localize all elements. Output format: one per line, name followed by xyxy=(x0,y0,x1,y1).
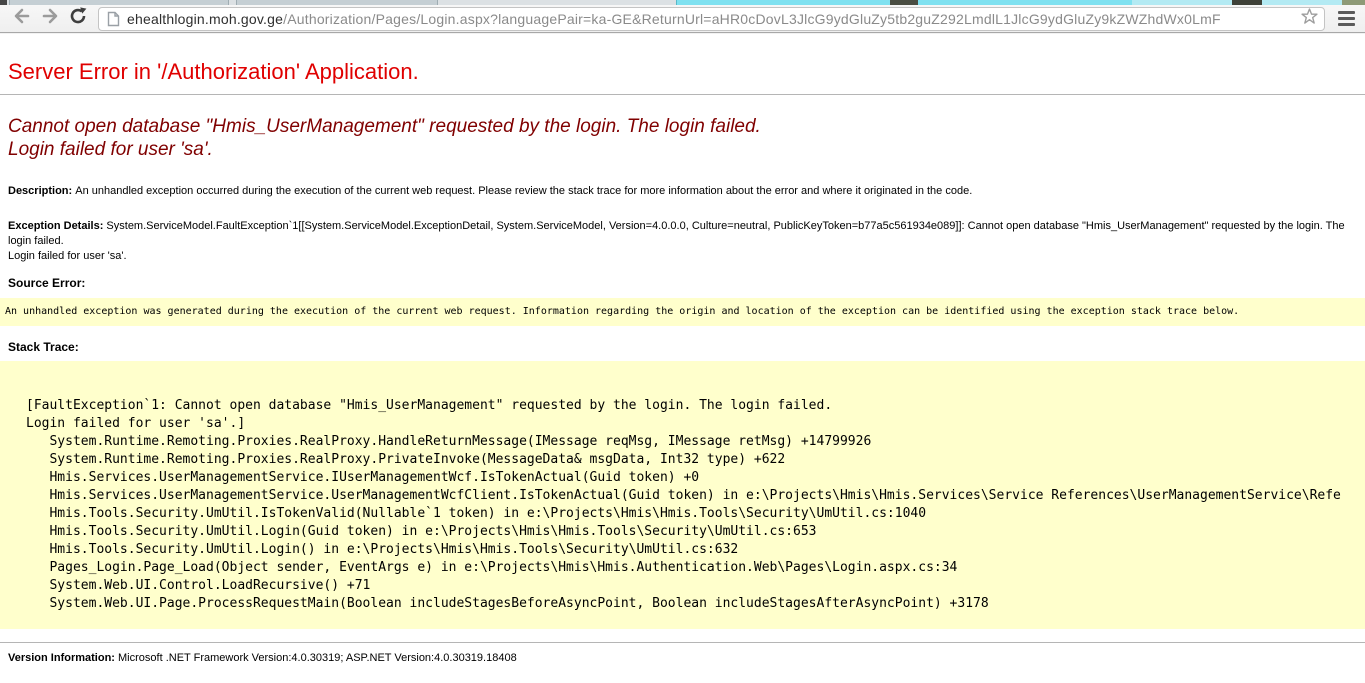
description-row: Description: An unhandled exception occu… xyxy=(8,184,1357,199)
description-label: Description: xyxy=(8,185,75,197)
back-icon xyxy=(13,8,31,29)
browser-chrome: ehealthlogin.moh.gov.ge/Authorization/Pa… xyxy=(0,0,1365,34)
version-info-row: Version Information: Microsoft .NET Fram… xyxy=(8,651,1357,666)
error-page: Server Error in '/Authorization' Applica… xyxy=(0,59,1365,666)
window-corner xyxy=(0,0,7,5)
page-title: Server Error in '/Authorization' Applica… xyxy=(8,59,1357,85)
tab-strip-artifact xyxy=(1232,0,1262,5)
menu-button[interactable] xyxy=(1333,7,1359,31)
exception-details-label: Exception Details: xyxy=(8,220,106,232)
browser-tab-2[interactable] xyxy=(236,0,438,5)
reload-button[interactable] xyxy=(64,7,92,31)
divider-bottom xyxy=(0,642,1365,643)
source-error-heading: Source Error: xyxy=(8,276,1357,290)
browser-tab-1[interactable] xyxy=(9,0,229,5)
version-info-label: Version Information: xyxy=(8,652,118,664)
reload-icon xyxy=(68,6,88,31)
page-icon xyxy=(107,11,120,27)
tab-strip xyxy=(0,0,1365,5)
version-info-text: Microsoft .NET Framework Version:4.0.303… xyxy=(118,652,517,664)
exception-details-text: System.ServiceModel.FaultException`1[[Sy… xyxy=(8,220,1345,262)
source-error-text: An unhandled exception was generated dur… xyxy=(0,298,1365,326)
forward-button[interactable] xyxy=(36,7,64,31)
source-error-box: An unhandled exception was generated dur… xyxy=(0,298,1365,326)
description-text: An unhandled exception occurred during t… xyxy=(75,185,972,197)
back-button[interactable] xyxy=(8,7,36,31)
stack-trace-box: [FaultException`1: Cannot open database … xyxy=(0,361,1365,629)
stack-trace-heading: Stack Trace: xyxy=(8,340,1357,354)
bookmark-star-icon xyxy=(1301,8,1318,30)
url-text: ehealthlogin.moh.gov.ge/Authorization/Pa… xyxy=(127,11,1221,27)
tab-strip-background xyxy=(1342,0,1365,5)
bookmark-button[interactable] xyxy=(1301,8,1318,30)
address-bar[interactable]: ehealthlogin.moh.gov.ge/Authorization/Pa… xyxy=(98,7,1325,31)
divider-top xyxy=(0,94,1365,95)
error-message: Cannot open database "Hmis_UserManagemen… xyxy=(8,115,1357,161)
url-domain: ehealthlogin.moh.gov.ge xyxy=(127,11,283,27)
url-path: /Authorization/Pages/Login.aspx?language… xyxy=(283,11,1221,27)
forward-icon xyxy=(41,8,59,29)
exception-details-row: Exception Details: System.ServiceModel.F… xyxy=(8,219,1357,264)
browser-toolbar: ehealthlogin.moh.gov.ge/Authorization/Pa… xyxy=(0,5,1365,33)
tab-strip-artifact xyxy=(890,0,918,5)
stack-trace-text: [FaultException`1: Cannot open database … xyxy=(0,361,1365,629)
